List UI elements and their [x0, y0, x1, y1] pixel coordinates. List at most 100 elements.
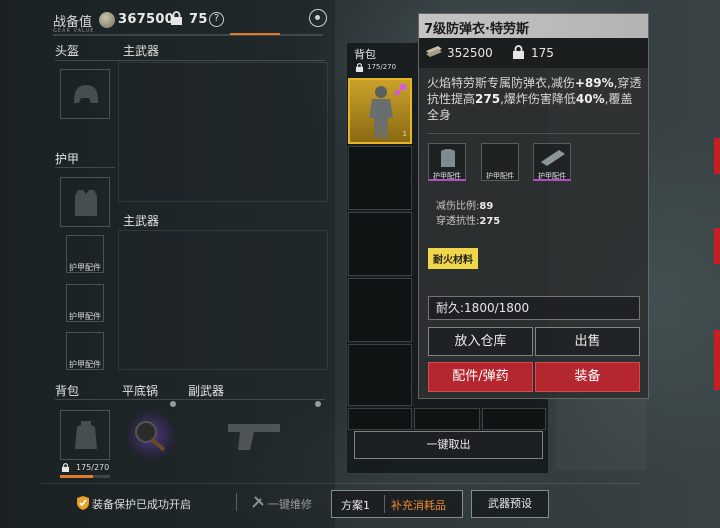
vest-icon	[75, 190, 97, 216]
desc-highlight: 40%	[575, 92, 605, 106]
gear-value: 367500	[118, 12, 175, 27]
primary-weapon2-slot[interactable]	[118, 230, 328, 370]
store-to-warehouse-button[interactable]: 放入仓库	[428, 327, 533, 356]
lock-icon	[61, 463, 70, 472]
helmet-slot[interactable]	[60, 69, 110, 119]
equipment-protection-status: 装备保护已成功开启	[92, 498, 191, 511]
grid-cell[interactable]	[348, 344, 412, 406]
stat-value: 89	[479, 201, 494, 212]
fireproof-tag: 耐火材料	[428, 248, 478, 269]
grid-cell[interactable]	[482, 408, 546, 430]
help-icon[interactable]: ?	[209, 12, 224, 27]
desc-text: ,爆炸伤害降低	[500, 92, 576, 106]
repair-tools-icon	[252, 496, 264, 508]
attachment-label: 护甲配件	[433, 172, 461, 180]
armor-attachment-slot[interactable]: 护甲配件	[66, 235, 104, 273]
armor-attachment-label: 护甲配件	[69, 312, 101, 321]
backpack-panel-capacity: 175/270	[367, 63, 397, 71]
one-click-repair-button[interactable]: 一键维修	[268, 496, 312, 512]
attachments-ammo-button[interactable]: 配件/弹药	[428, 362, 533, 392]
loadout-plan-selector[interactable]: 方案1 补充消耗品	[331, 490, 463, 518]
primary-weapon2-label: 主武器	[123, 214, 160, 228]
stat-penetration: 穿透抗性:275	[436, 212, 500, 227]
sell-button[interactable]: 出售	[535, 327, 640, 356]
plan-separator	[384, 495, 385, 513]
pan-label: 平底锅	[122, 384, 159, 398]
backpack-slot[interactable]	[60, 410, 110, 460]
pan-slot[interactable]	[126, 410, 176, 460]
grid-cell[interactable]	[348, 408, 412, 430]
attachment-slot[interactable]: 护甲配件	[533, 143, 571, 181]
armor-plate-icon	[441, 149, 455, 167]
grid-cell[interactable]	[414, 408, 480, 430]
slot-dot-icon	[170, 401, 176, 407]
eye-icon[interactable]	[309, 9, 327, 27]
orange-accent-line	[230, 33, 280, 35]
grid-cell[interactable]	[348, 278, 412, 342]
shield-check-icon	[77, 496, 89, 510]
coin-icon	[99, 12, 115, 28]
attachment-slot[interactable]: 护甲配件	[481, 143, 519, 181]
attachment-label: 护甲配件	[538, 172, 566, 180]
grid-cell[interactable]	[348, 212, 412, 276]
armor-lock-value: 75	[189, 12, 208, 27]
equip-button[interactable]: 装备	[535, 362, 640, 392]
armor-label: 护甲	[55, 152, 80, 166]
stat-value: 275	[479, 216, 501, 227]
weapon-preset-button[interactable]: 武器预设	[471, 490, 549, 518]
stat-label: 穿透抗性:	[436, 216, 480, 227]
primary-weapon-slot[interactable]	[118, 62, 328, 202]
restock-consumables-button[interactable]: 补充消耗品	[391, 497, 446, 513]
helmet-label: 头盔	[55, 44, 80, 58]
lock-icon	[513, 45, 524, 59]
armor-attachment-slot[interactable]: 护甲配件	[66, 284, 104, 322]
armor-attachment-label: 护甲配件	[69, 263, 101, 272]
backpack-capacity: 175/270	[76, 463, 110, 472]
armor-suit-icon	[369, 86, 393, 138]
pistol-icon	[228, 424, 280, 450]
desc-highlight: +89%	[574, 76, 614, 90]
edge-marker	[714, 228, 720, 264]
helmet-icon	[74, 85, 98, 103]
selected-armor-item[interactable]: 1	[348, 78, 412, 144]
divider	[55, 60, 325, 61]
slot-dot-icon	[315, 401, 321, 407]
stat-label: 减伤比例:	[436, 201, 480, 212]
lock-icon	[355, 63, 364, 72]
plan-label: 方案1	[341, 499, 370, 512]
armor-attachment-slot[interactable]: 护甲配件	[66, 332, 104, 370]
divider	[55, 167, 115, 168]
backpack-panel-title: 背包	[354, 48, 376, 61]
item-description: 火焰特劳斯专属防弹衣,减伤+89%,穿透抗性提高275,爆炸伤害降低40%,覆盖…	[427, 75, 642, 123]
armor-plate-icon	[541, 150, 565, 166]
attachment-label: 护甲配件	[486, 172, 514, 180]
item-value: 352500	[447, 46, 493, 60]
bottom-divider	[40, 483, 640, 484]
detail-title-bar: 7级防弹衣·特劳斯	[419, 14, 648, 38]
desc-highlight: 275	[475, 92, 501, 106]
edge-marker	[714, 138, 720, 174]
armor-attachment-label: 护甲配件	[69, 360, 101, 369]
stat-reduction: 减伤比例:89	[436, 197, 493, 212]
item-lock-value: 175	[531, 46, 554, 60]
primary-weapon-label: 主武器	[123, 44, 160, 58]
secondary-weapon-label: 副武器	[188, 384, 225, 398]
durability-field: 耐久:1800/1800	[428, 296, 640, 320]
frying-pan-icon	[135, 421, 166, 452]
secondary-weapon-slot[interactable]	[188, 410, 328, 475]
divider	[55, 399, 325, 400]
backpack-label: 背包	[55, 384, 80, 398]
armor-slot[interactable]	[60, 177, 110, 227]
top-divider	[53, 34, 323, 36]
edge-marker	[714, 330, 720, 390]
one-click-remove-button[interactable]: 一键取出	[354, 431, 543, 459]
backpack-capacity-track	[60, 475, 110, 478]
attachment-slot[interactable]: 护甲配件	[428, 143, 466, 181]
backpack-capacity-fill	[60, 475, 93, 478]
desc-text: 火焰特劳斯专属防弹衣,减伤	[427, 76, 575, 90]
cash-icon	[426, 46, 442, 57]
grid-cell[interactable]	[348, 146, 412, 210]
item-title: 7级防弹衣·特劳斯	[424, 22, 529, 37]
lock-icon	[171, 11, 182, 25]
bottom-separator	[236, 493, 237, 511]
